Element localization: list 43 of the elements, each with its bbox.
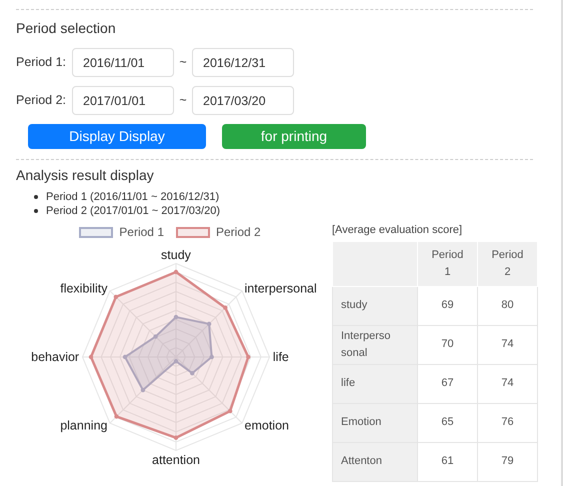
row-label: Emotion (341, 416, 382, 428)
period-label: Period 1: (16, 54, 68, 72)
table-cell: 76 (501, 416, 514, 428)
axis-label: attention (152, 452, 200, 467)
row-label: study (341, 299, 368, 312)
date-field[interactable]: 2017/03/20 (192, 86, 294, 115)
table-caption: [Average evaluation score] (332, 223, 464, 238)
bullet-icon (34, 209, 38, 213)
display-button[interactable]: Display Display (28, 124, 206, 149)
axis-label: planning (60, 418, 108, 433)
date-field[interactable]: 2017/01/01 (72, 86, 174, 115)
table-cell: 61 (441, 455, 454, 468)
table-cell: 79 (501, 455, 514, 468)
table-cell: 67 (441, 377, 454, 390)
table-cell: 74 (501, 377, 514, 390)
row-label: life (341, 377, 356, 390)
section-title: Analysis result display (16, 166, 155, 185)
axis-label: interpersonal (244, 281, 317, 296)
date-field[interactable]: 2016/12/31 (192, 48, 294, 77)
axis-label: behavior (31, 350, 80, 364)
bullet-icon (34, 195, 38, 199)
row-label: Attenton (341, 455, 382, 468)
period-range: Period 1 (2016/11/01 ~ 2016/12/31) (46, 190, 220, 204)
date-field[interactable]: 2016/11/01 (72, 48, 174, 77)
column-header: Period 1 (432, 249, 464, 278)
table-cell: 74 (501, 338, 514, 350)
axis-label: emotion (244, 418, 289, 433)
table-cell: 65 (441, 416, 454, 428)
table-cell: 80 (501, 299, 514, 312)
period-range: Period 2 (2017/01/01 ~ 2017/03/20) (46, 204, 220, 218)
period-label: Period 2: (16, 92, 68, 110)
axis-label: life (272, 350, 289, 364)
column-header: Period 2 (492, 249, 524, 278)
legend-label: Period 1 (119, 224, 164, 241)
table-cell: 69 (441, 299, 454, 312)
row-label: Interperso sonal (341, 330, 391, 358)
section-title: Period selection (16, 19, 117, 38)
range-separator: ~ (178, 54, 188, 72)
range-separator: ~ (178, 92, 188, 110)
table-cell: 70 (441, 338, 454, 350)
axis-label: flexibility (60, 281, 108, 296)
legend-label: Period 2 (216, 224, 261, 241)
axis-label: study (161, 248, 191, 262)
